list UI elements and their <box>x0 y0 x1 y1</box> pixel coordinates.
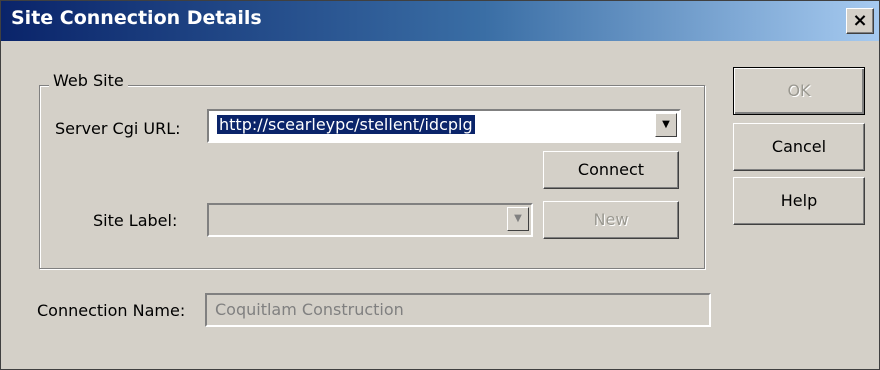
server-url-dropdown-button[interactable]: ▼ <box>655 113 677 137</box>
ok-button[interactable]: OK <box>733 67 865 115</box>
server-url-value[interactable]: http://scearleypc/stellent/idcplg <box>217 115 475 134</box>
chevron-down-icon: ▼ <box>514 213 522 224</box>
new-button[interactable]: New <box>543 201 679 239</box>
cancel-button[interactable]: Cancel <box>733 123 865 171</box>
connection-name-field[interactable]: Coquitlam Construction <box>205 293 711 327</box>
server-url-label: Server Cgi URL: <box>55 119 181 138</box>
close-button[interactable]: × <box>846 8 874 34</box>
close-icon: × <box>852 10 868 31</box>
chevron-down-icon: ▼ <box>662 119 670 130</box>
site-label-dropdown-button[interactable]: ▼ <box>507 207 529 231</box>
help-button[interactable]: Help <box>733 177 865 225</box>
title-bar[interactable]: Site Connection Details × <box>1 1 879 41</box>
connection-name-value: Coquitlam Construction <box>215 300 404 319</box>
web-site-group-label: Web Site <box>49 71 128 90</box>
connect-button[interactable]: Connect <box>543 151 679 189</box>
server-url-combobox[interactable]: http://scearleypc/stellent/idcplg ▼ <box>207 109 681 143</box>
dialog-window: Site Connection Details × Web Site Serve… <box>0 0 880 370</box>
site-label-label: Site Label: <box>93 211 178 230</box>
site-label-combobox[interactable]: ▼ <box>207 203 533 237</box>
connection-name-label: Connection Name: <box>37 301 186 320</box>
dialog-title: Site Connection Details <box>11 7 262 29</box>
